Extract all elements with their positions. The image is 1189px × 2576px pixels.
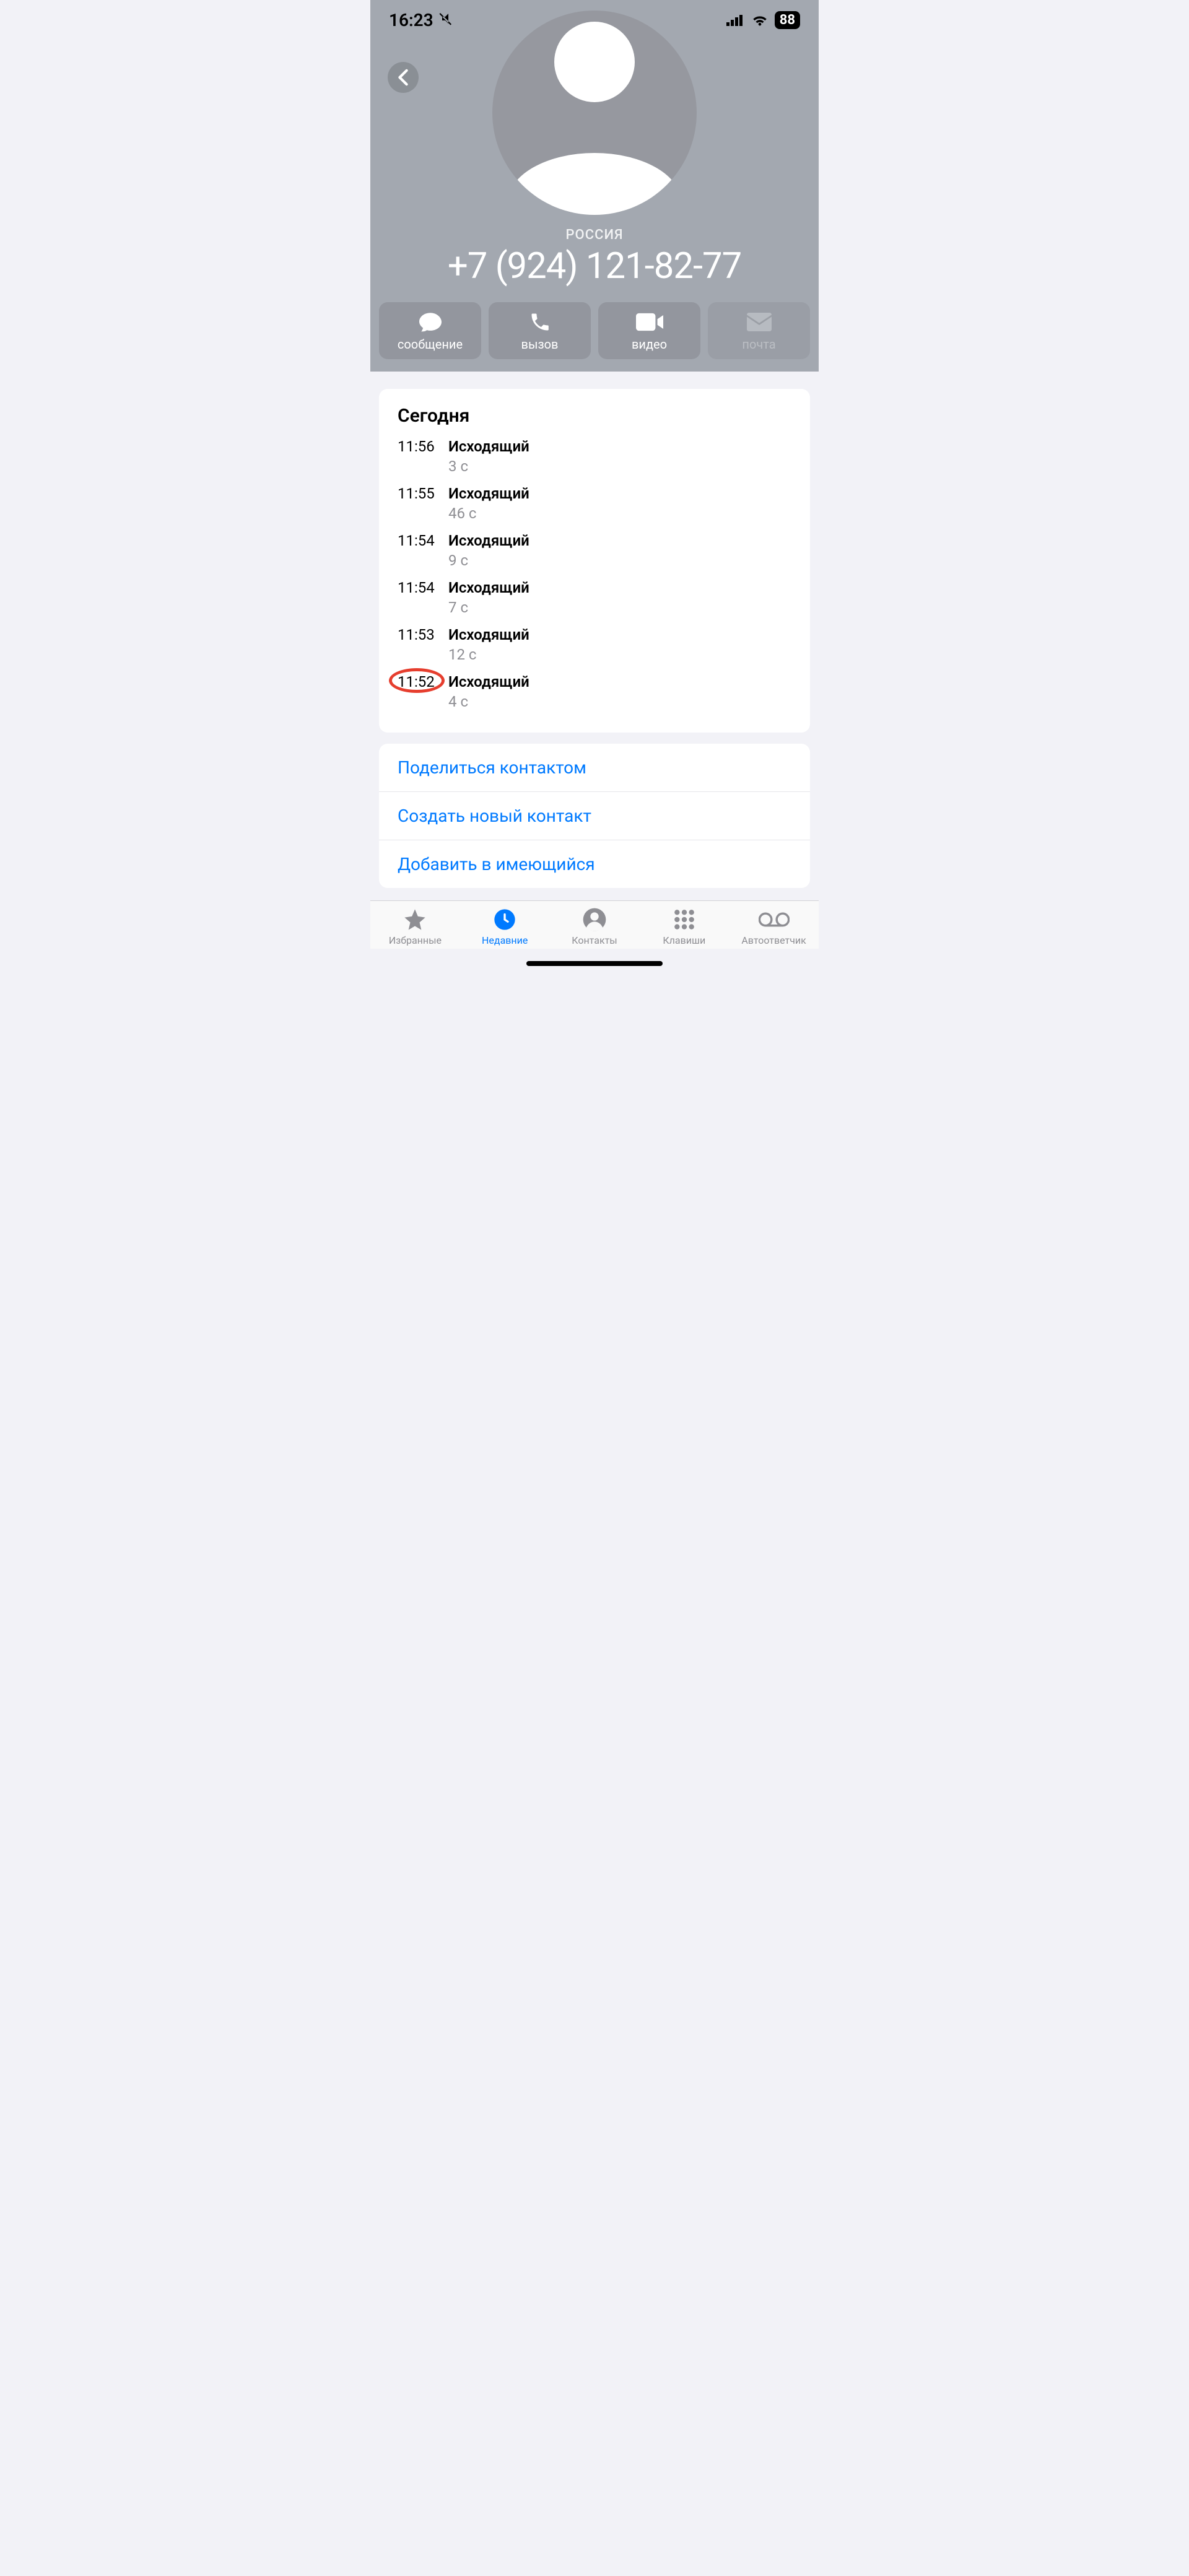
back-button[interactable] bbox=[388, 62, 419, 93]
tab-favorites[interactable]: Избранные bbox=[370, 907, 460, 946]
call-duration: 3 с bbox=[448, 458, 791, 475]
call-time: 11:56 bbox=[398, 438, 436, 455]
call-time: 11:52 bbox=[398, 673, 436, 690]
mail-button: почта bbox=[708, 302, 810, 359]
call-label: вызов bbox=[521, 337, 559, 352]
call-row[interactable]: 11:56 Исходящий bbox=[398, 438, 791, 455]
call-time: 11:55 bbox=[398, 485, 436, 502]
mail-label: почта bbox=[742, 337, 775, 352]
call-duration: 9 с bbox=[448, 552, 791, 569]
share-contact-link[interactable]: Поделиться контактом bbox=[379, 744, 810, 792]
history-title: Сегодня bbox=[398, 405, 791, 427]
status-time: 16:23 bbox=[389, 10, 433, 30]
home-indicator[interactable] bbox=[526, 961, 663, 966]
tab-label: Клавиши bbox=[663, 934, 705, 946]
tab-bar: Избранные Недавние Контакты Клавиши Авто… bbox=[370, 900, 819, 949]
tab-label: Избранные bbox=[389, 934, 442, 946]
tab-contacts[interactable]: Контакты bbox=[550, 907, 640, 946]
clock-icon bbox=[492, 907, 517, 932]
star-icon bbox=[403, 907, 427, 932]
video-label: видео bbox=[632, 337, 667, 352]
phone-number: +7 (924) 121-82-77 bbox=[370, 245, 819, 287]
wifi-icon bbox=[751, 10, 769, 30]
cellular-icon bbox=[726, 10, 745, 30]
call-type: Исходящий bbox=[448, 438, 529, 455]
call-time: 11:53 bbox=[398, 626, 436, 643]
message-icon bbox=[418, 311, 443, 333]
battery-indicator: 88 bbox=[775, 11, 800, 29]
call-row[interactable]: 11:54 Исходящий bbox=[398, 532, 791, 549]
country-label: РОССИЯ bbox=[370, 227, 819, 243]
message-button[interactable]: сообщение bbox=[379, 302, 481, 359]
call-row[interactable]: 11:54 Исходящий bbox=[398, 579, 791, 596]
contact-actions-card: Поделиться контактом Создать новый конта… bbox=[379, 744, 810, 888]
call-type: Исходящий bbox=[448, 626, 529, 643]
add-to-existing-link[interactable]: Добавить в имеющийся bbox=[379, 840, 810, 888]
tab-voicemail[interactable]: Автоответчик bbox=[729, 907, 819, 946]
tab-keypad[interactable]: Клавиши bbox=[639, 907, 729, 946]
mail-icon bbox=[747, 311, 772, 333]
video-icon bbox=[636, 311, 663, 333]
tab-label: Контакты bbox=[572, 934, 617, 946]
call-time: 11:54 bbox=[398, 579, 436, 596]
tab-recents[interactable]: Недавние bbox=[460, 907, 550, 946]
call-duration: 46 с bbox=[448, 505, 791, 522]
call-type: Исходящий bbox=[448, 673, 529, 690]
call-type: Исходящий bbox=[448, 485, 529, 502]
call-duration: 12 с bbox=[448, 646, 791, 663]
tab-label: Автоответчик bbox=[741, 934, 806, 946]
call-row[interactable]: 11:55 Исходящий bbox=[398, 485, 791, 502]
call-row[interactable]: 11:53 Исходящий bbox=[398, 626, 791, 643]
silent-icon bbox=[438, 10, 453, 30]
keypad-icon bbox=[672, 907, 697, 932]
call-row[interactable]: 11:52 Исходящий bbox=[398, 673, 791, 690]
call-time: 11:54 bbox=[398, 532, 436, 549]
create-contact-link[interactable]: Создать новый контакт bbox=[379, 792, 810, 840]
call-history-card: Сегодня 11:56 Исходящий 3 с 11:55 Исходя… bbox=[379, 389, 810, 733]
call-type: Исходящий bbox=[448, 532, 529, 549]
tab-label: Недавние bbox=[482, 934, 528, 946]
avatar bbox=[492, 11, 697, 215]
call-type: Исходящий bbox=[448, 579, 529, 596]
voicemail-icon bbox=[759, 907, 790, 932]
action-row: сообщение вызов видео почта bbox=[370, 302, 819, 359]
call-duration: 4 с bbox=[448, 693, 791, 710]
phone-icon bbox=[529, 311, 551, 333]
message-label: сообщение bbox=[398, 337, 463, 352]
video-button[interactable]: видео bbox=[598, 302, 700, 359]
contact-header: 16:23 88 РОССИЯ +7 (924) 121-82-77 bbox=[370, 0, 819, 372]
call-duration: 7 с bbox=[448, 599, 791, 616]
person-icon bbox=[582, 907, 607, 932]
call-button[interactable]: вызов bbox=[489, 302, 591, 359]
